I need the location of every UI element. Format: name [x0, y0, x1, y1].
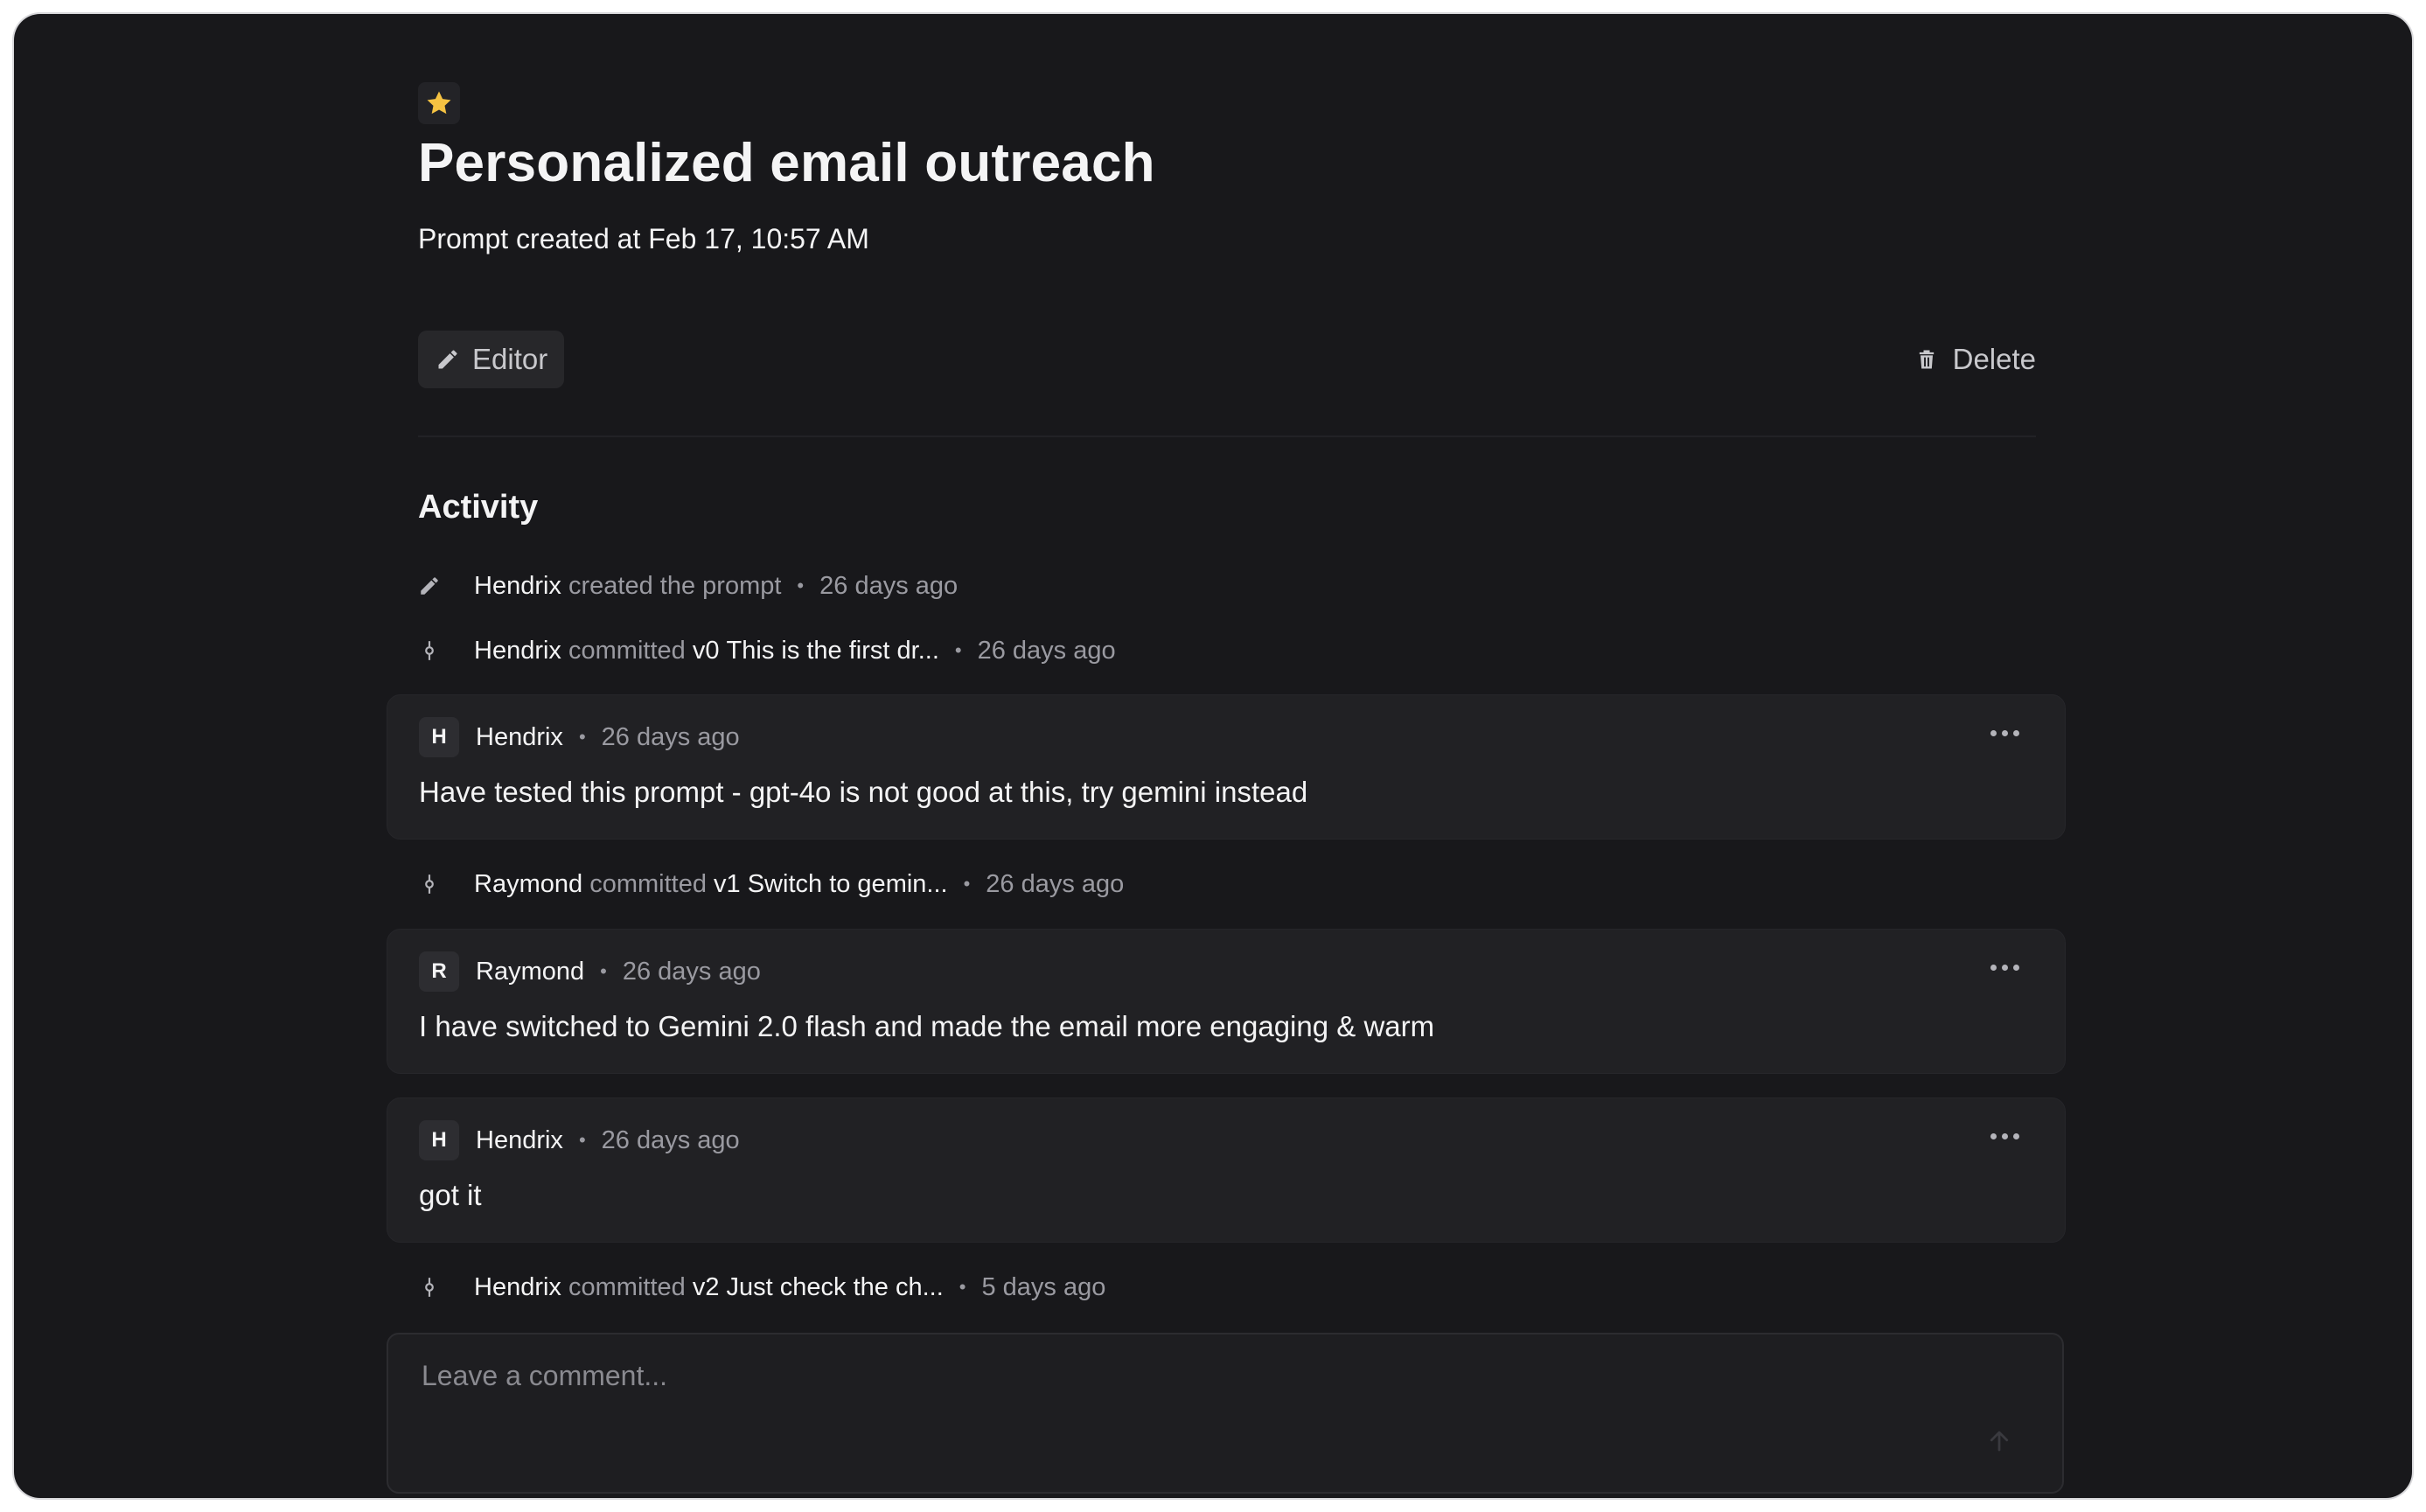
comment-input[interactable] [420, 1359, 1910, 1393]
star-icon [427, 91, 451, 115]
comment-time: 26 days ago [622, 957, 761, 986]
separator-dot: • [578, 726, 586, 748]
comment-text: got it [419, 1179, 482, 1211]
ellipsis-icon [1990, 965, 1997, 971]
comment-card: R Raymond • 26 days ago I have switched … [387, 929, 2066, 1074]
separator-dot: • [578, 1129, 586, 1151]
event-action: committed [568, 636, 686, 665]
comment-author[interactable]: Raymond [476, 958, 584, 986]
more-options-button[interactable] [1990, 965, 2019, 971]
trash-icon [1919, 350, 1934, 369]
activity-event: Raymond committed v1 Switch to gemin... … [418, 865, 1124, 903]
separator-dot: • [963, 873, 971, 895]
event-time: 26 days ago [819, 571, 959, 600]
ellipsis-icon [1990, 1133, 1997, 1139]
pencil-icon [438, 350, 457, 369]
pencil-icon [421, 577, 438, 595]
commit-icon [425, 874, 434, 894]
separator-dot: • [954, 639, 962, 661]
comment-card: H Hendrix • 26 days ago Have tested this… [387, 694, 2066, 840]
comment-composer [387, 1333, 2064, 1494]
comment-author[interactable]: Hendrix [476, 1126, 563, 1155]
separator-dot: • [959, 1276, 966, 1298]
delete-button[interactable]: Delete [1902, 331, 2048, 388]
activity-event: Hendrix committed v2 Just check the ch..… [418, 1268, 1105, 1306]
favorite-toggle[interactable] [418, 82, 460, 124]
delete-button-label: Delete [1952, 343, 2036, 375]
editor-button-label: Editor [472, 343, 548, 375]
ellipsis-icon [1990, 730, 1997, 736]
commit-icon [425, 641, 434, 660]
event-user[interactable]: Hendrix [474, 637, 561, 665]
editor-button[interactable]: Editor [418, 331, 565, 388]
comment-time: 26 days ago [601, 1125, 740, 1154]
commit-message[interactable]: This is the first dr... [727, 637, 939, 665]
avatar: H [419, 717, 459, 757]
commit-message[interactable]: Just check the ch... [727, 1273, 944, 1302]
created-at-text: Prompt created at Feb 17, 10:57 AM [418, 223, 869, 254]
commit-version[interactable]: v0 [693, 637, 720, 665]
event-user[interactable]: Hendrix [474, 1273, 561, 1302]
activity-heading: Activity [418, 489, 539, 526]
more-options-button[interactable] [1990, 730, 2019, 736]
event-time: 26 days ago [986, 869, 1125, 898]
event-user[interactable]: Hendrix [474, 572, 561, 601]
activity-event: Hendrix created the prompt • 26 days ago [418, 567, 958, 605]
commit-icon [425, 1278, 434, 1297]
comment-card: H Hendrix • 26 days ago got it [387, 1097, 2066, 1243]
separator-dot: • [600, 960, 607, 982]
activity-event: Hendrix committed v0 This is the first d… [418, 631, 1116, 670]
event-action: committed [589, 869, 707, 898]
comment-time: 26 days ago [601, 722, 740, 751]
event-time: 5 days ago [981, 1272, 1106, 1301]
more-options-button[interactable] [1990, 1133, 2019, 1139]
event-time: 26 days ago [977, 636, 1116, 665]
arrow-up-icon [1990, 1431, 2009, 1452]
send-comment-button[interactable] [1980, 1422, 2018, 1460]
event-action: committed [568, 1272, 686, 1301]
comment-text: I have switched to Gemini 2.0 flash and … [419, 1010, 1435, 1042]
commit-version[interactable]: v1 [714, 870, 741, 899]
separator-dot: • [797, 575, 805, 596]
divider [418, 435, 2036, 437]
comment-text: Have tested this prompt - gpt-4o is not … [419, 776, 1308, 808]
commit-version[interactable]: v2 [693, 1273, 720, 1302]
avatar: H [419, 1120, 459, 1160]
app-window: Personalized email outreach Prompt creat… [14, 14, 2412, 1498]
event-action: created the prompt [568, 571, 782, 600]
comment-author[interactable]: Hendrix [476, 723, 563, 752]
avatar: R [419, 951, 459, 992]
commit-message[interactable]: Switch to gemin... [748, 870, 948, 899]
page-title: Personalized email outreach [418, 133, 1155, 193]
event-user[interactable]: Raymond [474, 870, 582, 899]
